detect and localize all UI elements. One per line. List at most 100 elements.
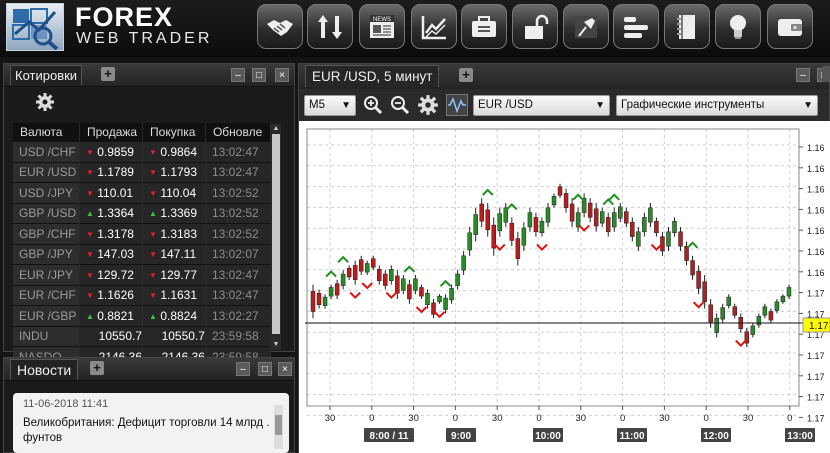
pin-button[interactable] bbox=[563, 4, 609, 49]
app-header: FOREX WEB TRADER NEWS bbox=[0, 0, 830, 57]
bid-price[interactable]: 10550.7 bbox=[79, 325, 144, 347]
news-close-button[interactable]: × bbox=[278, 362, 292, 376]
col-ask[interactable]: Покупка bbox=[142, 123, 206, 142]
table-row[interactable]: GBP /JPY ▼ 147.03 ▼ 147.11 13:02:07 bbox=[13, 243, 272, 265]
bid-price[interactable]: ▼ 110.01 bbox=[79, 182, 144, 203]
x-tick-label: 30 bbox=[325, 413, 336, 424]
settings-list-button[interactable] bbox=[613, 4, 659, 49]
bid-price[interactable]: ▲ 1.3364 bbox=[79, 202, 144, 224]
y-tick-label: 1.16 bbox=[807, 205, 825, 215]
handshake-icon bbox=[267, 19, 293, 36]
table-row[interactable]: EUR /USD ▼ 1.1789 ▼ 1.1793 13:02:47 bbox=[13, 161, 272, 183]
timeframe-select[interactable]: M5 ▼ bbox=[304, 95, 356, 116]
ask-price[interactable]: ▼ 129.77 bbox=[142, 264, 206, 285]
bid-price[interactable]: ▼ 129.72 bbox=[79, 264, 144, 285]
tips-button[interactable] bbox=[715, 4, 761, 49]
ask-price[interactable]: ▼ 1.3183 bbox=[142, 223, 206, 244]
zoom-in-icon[interactable] bbox=[362, 94, 384, 116]
news-button[interactable]: NEWS bbox=[359, 4, 405, 49]
news-tab[interactable]: Новости bbox=[10, 359, 79, 380]
chart-tab[interactable]: EUR /USD, 5 минут bbox=[305, 65, 440, 87]
bid-price[interactable]: ▼ 1.1626 bbox=[79, 284, 144, 306]
table-row[interactable]: INDU 10550.7 10550.7 23:59:58 bbox=[13, 325, 272, 347]
news-minimize-button[interactable]: – bbox=[236, 362, 250, 376]
account-security-button[interactable] bbox=[512, 4, 558, 49]
scrollbar-thumb[interactable] bbox=[272, 134, 280, 334]
bid-value: 0.8821 bbox=[97, 308, 134, 323]
table-row[interactable]: GBP /CHF ▼ 1.3178 ▼ 1.3183 13:02:52 bbox=[13, 223, 272, 244]
close-button[interactable]: × bbox=[275, 68, 289, 82]
chevron-down-icon: ▼ bbox=[803, 100, 813, 111]
gear-icon[interactable] bbox=[35, 92, 55, 112]
drawing-tools-select[interactable]: Графические инструменты ▼ bbox=[616, 95, 818, 116]
minimize-button[interactable]: – bbox=[231, 68, 245, 82]
portfolio-button[interactable] bbox=[461, 4, 507, 49]
table-row[interactable]: USD /JPY ▼ 110.01 ▼ 110.04 13:02:52 bbox=[13, 182, 272, 203]
add-news-tab-button[interactable]: + bbox=[90, 361, 104, 375]
col-updated[interactable]: Обновле bbox=[205, 123, 272, 142]
update-time: 13:02:52 bbox=[205, 223, 272, 244]
x-tick-label: 0 bbox=[704, 413, 709, 424]
chart-close-button[interactable] bbox=[822, 66, 830, 82]
ask-price[interactable]: ▼ 1.1793 bbox=[142, 161, 206, 183]
bid-price[interactable]: ▼ 0.9859 bbox=[79, 141, 144, 162]
deals-button[interactable] bbox=[257, 4, 303, 49]
ask-price[interactable]: ▼ 147.11 bbox=[142, 243, 206, 265]
update-time: 13:02:52 bbox=[205, 202, 272, 224]
table-row[interactable]: USD /CHF ▼ 0.9859 ▼ 0.9864 13:02:47 bbox=[13, 141, 272, 162]
news-maximize-button[interactable]: □ bbox=[258, 362, 272, 376]
logo-title: FOREX bbox=[75, 2, 174, 32]
scroll-down-arrow-icon[interactable]: ▼ bbox=[272, 340, 280, 349]
news-scrollbar-thumb[interactable] bbox=[275, 415, 282, 435]
candle-body bbox=[425, 292, 430, 306]
table-row[interactable]: EUR /JPY ▼ 129.72 ▼ 129.77 13:02:47 bbox=[13, 264, 272, 285]
col-currency[interactable]: Валюта bbox=[13, 123, 80, 142]
x-tick-label: 0 bbox=[620, 413, 625, 424]
maximize-button[interactable]: □ bbox=[252, 68, 266, 82]
bid-price[interactable]: ▼ 1.3178 bbox=[79, 223, 144, 244]
price-down-icon: ▼ bbox=[85, 270, 94, 280]
symbol-select[interactable]: EUR /USD ▼ bbox=[473, 95, 610, 116]
scroll-up-arrow-icon[interactable]: ▲ bbox=[272, 124, 280, 133]
table-row[interactable]: EUR /GBP ▲ 0.8821 ▲ 0.8824 13:02:27 bbox=[13, 305, 272, 326]
indicator-wave-icon[interactable] bbox=[446, 94, 468, 116]
quotes-tab[interactable]: Котировки bbox=[10, 65, 83, 85]
news-scrollbar[interactable] bbox=[274, 405, 283, 449]
y-tick-label: 1.17 bbox=[807, 351, 825, 361]
buy-sell-button[interactable] bbox=[307, 4, 353, 49]
chart-minimize-button[interactable]: – bbox=[796, 68, 810, 82]
ask-price[interactable]: 10550.7 bbox=[142, 325, 206, 347]
candle-body bbox=[352, 265, 358, 281]
bid-price[interactable]: ▼ 147.03 bbox=[79, 243, 144, 265]
currency-pair: EUR /GBP bbox=[13, 305, 80, 326]
news-item[interactable]: 11-06-2018 11:41 Великобритания: Дефицит… bbox=[13, 393, 289, 453]
table-row[interactable]: GBP /USD ▲ 1.3364 ▲ 1.3369 13:02:52 bbox=[13, 202, 272, 224]
add-chart-tab-button[interactable]: + bbox=[459, 68, 473, 82]
ask-price[interactable]: ▲ 1.3369 bbox=[142, 202, 206, 224]
price-chart[interactable]: 1.16 1.16 1.16 1.16 1.16 1.16 1.16 1.17 1.17 1.17… bbox=[299, 121, 830, 453]
candle-body bbox=[581, 197, 587, 213]
timeframe-value: M5 bbox=[309, 99, 325, 111]
journal-button[interactable] bbox=[664, 4, 710, 49]
col-bid[interactable]: Продажа bbox=[79, 123, 144, 142]
ask-price[interactable]: ▲ 0.8824 bbox=[142, 305, 206, 326]
chart-panel-header: EUR /USD, 5 минут + – □ bbox=[299, 64, 830, 90]
ask-price[interactable]: ▼ 1.1631 bbox=[142, 284, 206, 306]
zoom-out-icon[interactable] bbox=[389, 94, 411, 116]
charts-button[interactable] bbox=[411, 4, 457, 49]
candle-body bbox=[648, 207, 653, 223]
lightbulb-icon bbox=[730, 14, 746, 39]
add-tab-button[interactable]: + bbox=[101, 67, 115, 81]
wallet-button[interactable] bbox=[767, 4, 813, 49]
quotes-scrollbar[interactable]: ▲ ▼ bbox=[271, 124, 281, 350]
y-tick-label: 1.16 bbox=[807, 226, 825, 236]
chart-settings-gear-icon[interactable] bbox=[417, 94, 439, 116]
notebook-icon bbox=[677, 14, 695, 39]
bid-price[interactable]: ▼ 1.1789 bbox=[79, 161, 144, 183]
x-tick-label: 30 bbox=[743, 413, 754, 424]
bid-price[interactable]: ▲ 0.8821 bbox=[79, 305, 144, 326]
ask-price[interactable]: ▼ 110.04 bbox=[142, 182, 206, 203]
table-row[interactable]: EUR /CHF ▼ 1.1626 ▼ 1.1631 13:02:47 bbox=[13, 284, 272, 306]
ask-price[interactable]: ▼ 0.9864 bbox=[142, 141, 206, 162]
news-headline[interactable]: Великобритания: Дефицит торговли 14 млрд… bbox=[23, 416, 273, 446]
